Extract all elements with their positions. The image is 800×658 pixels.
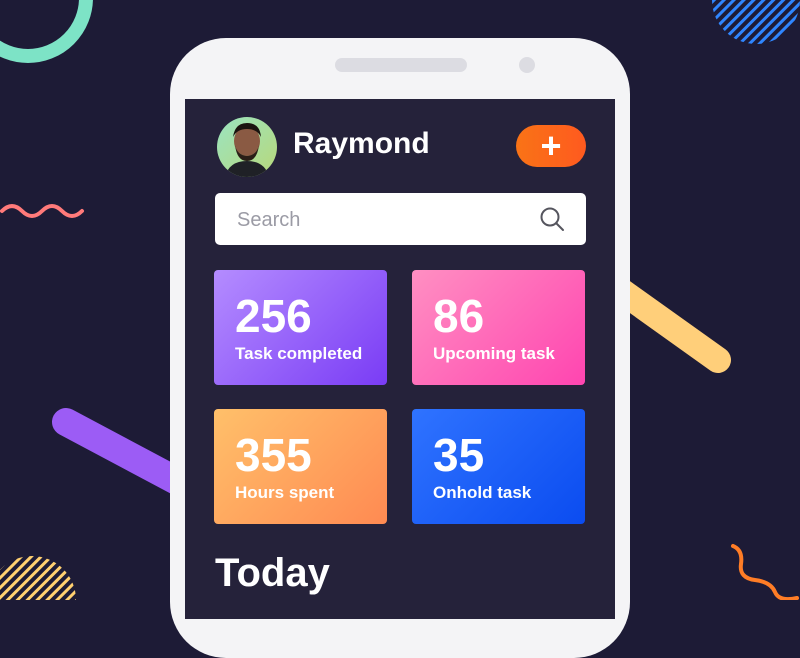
phone-camera (519, 57, 535, 73)
decorative-squiggle-orange (731, 544, 799, 600)
search-input[interactable] (235, 193, 539, 247)
stat-value: 35 (433, 429, 485, 481)
decorative-striped-circle-bottom (0, 556, 76, 600)
stat-value: 86 (433, 290, 485, 342)
stat-label: Hours spent (235, 483, 335, 502)
stat-card-onhold-task[interactable]: 35 Onhold task (412, 409, 585, 524)
stat-value: 355 (235, 429, 312, 481)
search-icon[interactable] (539, 206, 565, 232)
stat-card-hours-spent[interactable]: 355 Hours spent (214, 409, 387, 524)
avatar-portrait-icon (225, 123, 269, 177)
search-bar (215, 193, 586, 247)
decorative-bar-purple (52, 408, 190, 502)
stat-label: Task completed (235, 344, 363, 363)
decorative-squiggle-pink (0, 204, 84, 218)
stat-card-upcoming-task[interactable]: 86 Upcoming task (412, 270, 585, 385)
stat-label: Upcoming task (433, 344, 555, 363)
stat-card-task-completed[interactable]: 256 Task completed (214, 270, 387, 385)
phone-speaker (335, 58, 467, 72)
avatar[interactable] (217, 117, 277, 177)
app-screen: Raymond + 256 Task completed 86 Upcoming… (185, 99, 615, 619)
section-title-today: Today (215, 551, 330, 595)
stat-value: 256 (235, 290, 312, 342)
decorative-ring (0, 0, 93, 63)
stat-label: Onhold task (433, 483, 532, 502)
add-button[interactable]: + (516, 125, 586, 167)
user-name: Raymond (293, 127, 430, 160)
plus-icon: + (540, 125, 562, 166)
decorative-striped-circle-top (712, 0, 800, 44)
